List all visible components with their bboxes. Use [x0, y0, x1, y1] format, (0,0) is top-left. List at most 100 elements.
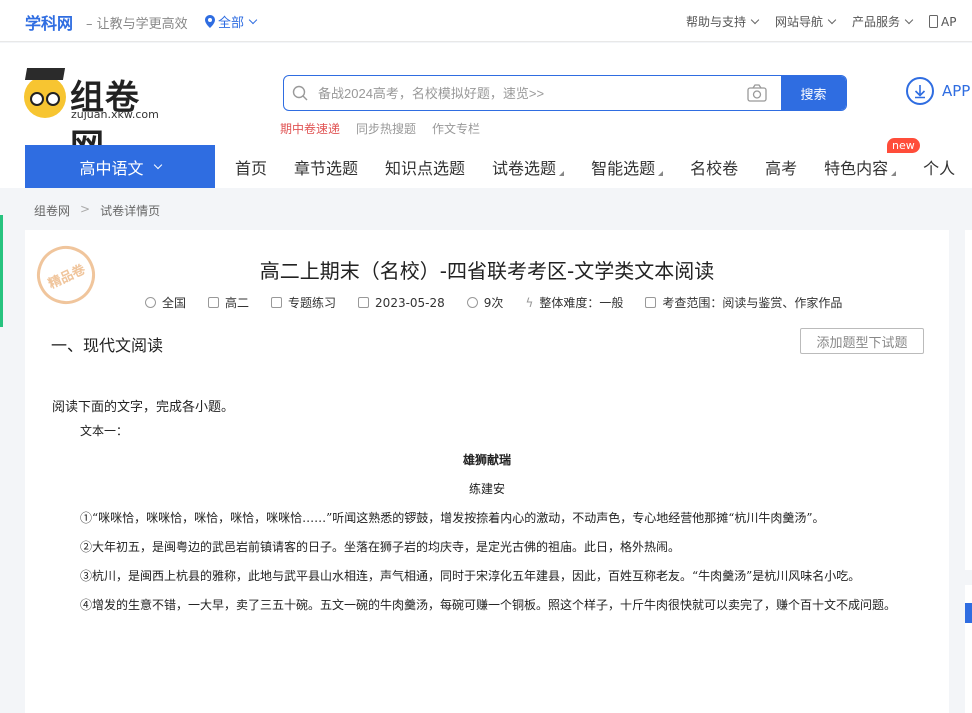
- page-title: 高二上期末（名校）-四省联考考区-文学类文本阅读: [259, 259, 715, 283]
- chevron-down-icon: [750, 15, 760, 24]
- chevron-down-icon: [153, 160, 162, 169]
- nav-item-featured[interactable]: 特色内容: [824, 155, 897, 179]
- nav-item-featured-label: 特色内容: [824, 158, 889, 178]
- corner-triangle-icon: [658, 170, 664, 176]
- hot-link-midterm[interactable]: 期中卷速递: [280, 120, 340, 137]
- text-label: 文本一：: [80, 424, 129, 438]
- section-heading: 一、现代文阅读: [51, 336, 164, 355]
- xkw-brand-link[interactable]: 学科网: [25, 10, 73, 34]
- site-nav-link[interactable]: 网站导航: [775, 13, 837, 30]
- meta-date-value: 2023-05-28: [375, 295, 445, 310]
- meta-type-value: 专题练习: [288, 296, 337, 310]
- list-icon: [645, 297, 657, 308]
- paper-card: 精品卷 高二上期末（名校）-四省联考考区-文学类文本阅读 全国 高二 专题练习 …: [25, 230, 949, 713]
- meta-grade: 高二: [208, 294, 249, 311]
- right-sidebar-tab[interactable]: [965, 603, 972, 623]
- product-services-label: 产品服务: [852, 15, 901, 29]
- story-title: 雄狮献瑞: [462, 453, 511, 467]
- nav-item-chapter[interactable]: 章节选题: [294, 155, 358, 179]
- site-header: 组卷网 zujuan.xkw.com 搜索 期中卷速递 同步热搜题 作文专栏 A…: [0, 43, 972, 188]
- meta-date: 2023-05-28: [358, 294, 445, 311]
- search-button[interactable]: 搜索: [781, 76, 846, 110]
- document-icon: [271, 297, 283, 308]
- instruction-text: 阅读下面的文字，完成各小题。: [52, 400, 235, 415]
- location-icon: [145, 297, 156, 308]
- story-author: 练建安: [468, 482, 505, 496]
- meta-region: 全国: [145, 294, 186, 311]
- paragraph: ①“咪咪恰，咪咪恰，咪恰，咪恰，咪咪恰……”听闻这熟悉的锣鼓，增发按捺着内心的激…: [80, 511, 825, 525]
- left-edge-tab[interactable]: [0, 215, 3, 327]
- new-badge: new: [887, 138, 920, 153]
- zujuan-logo[interactable]: 组卷网 zujuan.xkw.com: [24, 68, 174, 167]
- region-selector[interactable]: 全部: [205, 12, 258, 31]
- chevron-down-icon: [904, 15, 914, 24]
- nav-item-home[interactable]: 首页: [235, 155, 267, 179]
- camera-icon[interactable]: [747, 84, 767, 102]
- download-icon: [906, 77, 934, 105]
- site-nav-label: 网站导航: [775, 15, 824, 29]
- corner-triangle-icon: [559, 170, 565, 176]
- app-link[interactable]: AP: [929, 13, 957, 30]
- chevron-down-icon: [248, 15, 258, 24]
- breadcrumb-home[interactable]: 组卷网: [34, 202, 70, 219]
- right-sidebar-edge: [965, 230, 972, 570]
- hot-links: 期中卷速递 同步热搜题 作文专栏: [280, 120, 480, 137]
- paragraph: ③杭川，是闽西上杭县的雅称，此地与武平县山水相连，声气相通，同时于宋淳化五年建县…: [80, 569, 861, 583]
- phone-icon: [929, 15, 939, 28]
- logo-eye-icon: [46, 92, 60, 106]
- add-section-questions-button[interactable]: 添加题型下试题: [800, 328, 924, 354]
- region-label: 全部: [218, 16, 245, 31]
- breadcrumb-current: 试卷详情页: [100, 204, 161, 218]
- meta-grade-value: 高二: [225, 296, 250, 310]
- breadcrumb: 组卷网 > 试卷详情页: [34, 202, 160, 219]
- search-icon: [292, 85, 308, 101]
- eye-icon: [466, 297, 478, 308]
- meta-difficulty: ϟ 整体难度：一般: [525, 294, 623, 311]
- nav-item-paper[interactable]: 试卷选题: [492, 155, 565, 179]
- meta-scope-value: 考查范围：阅读与鉴赏、作家作品: [662, 296, 843, 310]
- meta-scope: 考查范围：阅读与鉴赏、作家作品: [645, 294, 842, 311]
- top-bar: 学科网 – 让教与学更高效 全部 帮助与支持 网站导航 产品服务 AP: [0, 0, 972, 42]
- lightning-icon: ϟ: [525, 295, 534, 310]
- logo-url: zujuan.xkw.com: [71, 108, 159, 121]
- corner-triangle-icon: [891, 170, 897, 176]
- logo-eye-icon: [30, 92, 44, 106]
- search-input[interactable]: [318, 76, 738, 110]
- nav-item-smart[interactable]: 智能选题: [591, 155, 664, 179]
- hot-link-sync[interactable]: 同步热搜题: [356, 120, 416, 137]
- main-nav: 高中语文 首页 章节选题 知识点选题 试卷选题 智能选题 名校卷 高考 特色内容…: [0, 138, 972, 188]
- nav-item-knowledge[interactable]: 知识点选题: [385, 155, 465, 179]
- reading-passage: 阅读下面的文字，完成各小题。 文本一： 雄狮献瑞 练建安 ①“咪咪恰，咪咪恰，咪…: [52, 396, 922, 620]
- meta-type: 专题练习: [271, 294, 336, 311]
- meta-views-value: 9次: [483, 296, 504, 310]
- subject-selector[interactable]: 高中语文: [25, 145, 215, 188]
- breadcrumb-separator: >: [80, 202, 91, 216]
- app-link-label: AP: [941, 14, 957, 29]
- nav-item-famous[interactable]: 名校卷: [690, 155, 738, 179]
- help-support-label: 帮助与支持: [686, 15, 747, 29]
- help-support-link[interactable]: 帮助与支持: [686, 13, 760, 30]
- nav-items: 首页 章节选题 知识点选题 试卷选题 智能选题 名校卷 高考 特色内容 个人: [235, 145, 955, 188]
- app-label: APP: [942, 82, 971, 100]
- chevron-down-icon: [827, 15, 837, 24]
- slogan: – 让教与学更高效: [86, 17, 188, 32]
- product-services-link[interactable]: 产品服务: [852, 13, 914, 30]
- paragraph: ②大年初五，是闽粤边的武邑岩前镇请客的日子。坐落在狮子岩的均庆寺，是定光古佛的祖…: [80, 540, 681, 554]
- subject-label: 高中语文: [79, 158, 144, 178]
- hot-link-essay[interactable]: 作文专栏: [432, 120, 480, 137]
- paper-meta: 全国 高二 专题练习 2023-05-28 9次 ϟ 整体难度：一般 考查范围：阅…: [145, 294, 842, 311]
- calendar-icon: [358, 297, 370, 308]
- meta-difficulty-value: 整体难度：一般: [539, 296, 624, 310]
- app-download[interactable]: APP: [906, 77, 970, 105]
- top-links: 帮助与支持 网站导航 产品服务 AP: [686, 13, 957, 30]
- nav-item-gaokao[interactable]: 高考: [765, 155, 797, 179]
- location-pin-icon: [205, 15, 215, 28]
- graduation-cap-icon: [208, 297, 220, 308]
- search-box: 搜索: [283, 75, 847, 111]
- nav-item-smart-label: 智能选题: [591, 158, 656, 178]
- nav-item-personal[interactable]: 个人: [923, 155, 955, 179]
- nav-item-paper-label: 试卷选题: [492, 158, 557, 178]
- meta-region-value: 全国: [162, 296, 187, 310]
- graduation-cap-icon: [24, 68, 66, 80]
- paragraph: ④增发的生意不错，一大早，卖了三五十碗。五文一碗的牛肉羹汤，每碗可赚一个铜板。照…: [80, 598, 897, 612]
